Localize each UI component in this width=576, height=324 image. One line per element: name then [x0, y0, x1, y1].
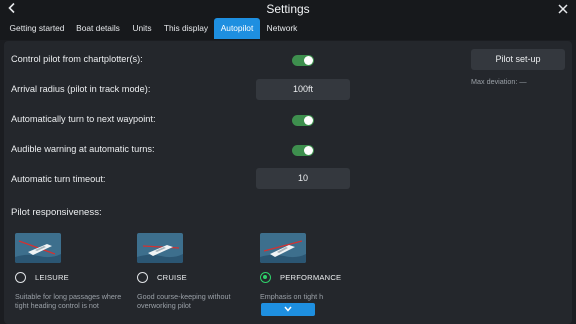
toggle-knob [304, 116, 313, 125]
scroll-down-button[interactable] [261, 303, 315, 316]
tab-network[interactable]: Network [263, 18, 301, 39]
auto-turn-toggle[interactable] [292, 115, 314, 126]
turn-timeout-label: Automatic turn timeout: [11, 174, 106, 184]
cruise-label: CRUISE [157, 273, 187, 282]
performance-boat-illustration [260, 233, 306, 263]
leisure-description: Suitable for long passages where tight h… [15, 292, 122, 311]
settings-tabs: Getting started Boat details Units This … [0, 18, 576, 40]
title-bar: Settings [0, 0, 576, 18]
autopilot-settings-panel: Control pilot from chartplotter(s): Arri… [4, 41, 572, 324]
arrival-radius-field[interactable]: 100ft [256, 79, 350, 100]
max-deviation-label: Max deviation: — [471, 77, 527, 86]
control-pilot-label: Control pilot from chartplotter(s): [11, 54, 143, 64]
audible-warning-toggle[interactable] [292, 145, 314, 156]
mode-cruise: CRUISE Good course-keeping without overw… [137, 233, 255, 324]
tab-getting-started[interactable]: Getting started [5, 18, 69, 39]
leisure-radio[interactable] [15, 272, 26, 283]
toggle-knob [304, 146, 313, 155]
performance-radio[interactable] [260, 272, 271, 283]
tab-units[interactable]: Units [128, 18, 156, 39]
page-title: Settings [266, 2, 310, 16]
arrival-radius-label: Arrival radius (pilot in track mode): [11, 84, 151, 94]
leisure-label: LEISURE [35, 273, 69, 282]
pilot-setup-button[interactable]: Pilot set-up [471, 49, 565, 70]
cruise-boat-illustration [137, 233, 183, 263]
tab-this-display[interactable]: This display [160, 18, 212, 39]
chevron-down-icon [284, 306, 292, 312]
mode-leisure: LEISURE Suitable for long passages where… [15, 233, 133, 324]
audible-warning-label: Audible warning at automatic turns: [11, 144, 155, 154]
control-pilot-toggle[interactable] [292, 55, 314, 66]
turn-timeout-field[interactable]: 10 [256, 168, 350, 189]
leisure-boat-illustration [15, 233, 61, 263]
performance-description: Emphasis on tight h [260, 292, 324, 301]
close-button[interactable] [557, 2, 571, 16]
cruise-description: Good course-keeping without overworking … [137, 292, 231, 311]
performance-label: PERFORMANCE [280, 273, 342, 282]
cruise-radio[interactable] [137, 272, 148, 283]
pilot-responsiveness-title: Pilot responsiveness: [11, 207, 102, 218]
tab-autopilot[interactable]: Autopilot [214, 18, 260, 39]
auto-turn-label: Automatically turn to next waypoint: [11, 114, 156, 124]
tab-boat-details[interactable]: Boat details [72, 18, 124, 39]
close-icon [558, 4, 568, 14]
toggle-knob [304, 56, 313, 65]
